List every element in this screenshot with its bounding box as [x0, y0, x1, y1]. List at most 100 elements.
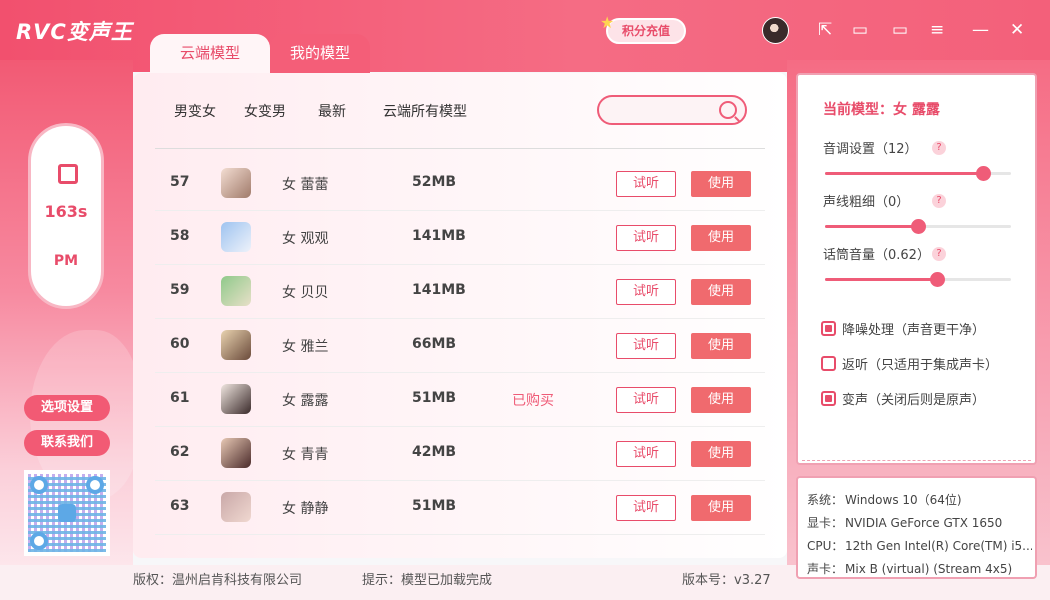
tab-my-models[interactable]: 我的模型	[270, 34, 370, 74]
use-button[interactable]: 使用	[691, 495, 751, 521]
minimize-icon[interactable]: —	[972, 20, 989, 40]
purchase-status: 已购买	[512, 393, 554, 409]
search-icon[interactable]	[719, 101, 737, 119]
qr-finder	[30, 532, 48, 550]
qr-finder	[86, 476, 104, 494]
use-button[interactable]: 使用	[691, 225, 751, 251]
mic-volume-label: 话筒音量（0.62）	[823, 248, 930, 263]
slider-fill	[825, 172, 984, 175]
info-key: 显卡：	[807, 516, 844, 530]
system-os: 系统： Windows 10（64位)	[807, 491, 1032, 508]
record-period: PM	[53, 253, 79, 269]
model-name: 女 静静	[282, 501, 329, 517]
slider-fill	[825, 278, 937, 281]
category-male-to-female[interactable]: 男变女	[174, 101, 216, 121]
footer-copyright: 版权：温州启肯科技有限公司	[133, 573, 303, 588]
qr-logo	[58, 504, 76, 522]
search-input[interactable]	[597, 95, 747, 125]
screen-icon[interactable]: ▭	[852, 20, 868, 40]
try-button[interactable]: 试听	[616, 387, 676, 413]
use-button[interactable]: 使用	[691, 387, 751, 413]
stop-icon[interactable]	[58, 164, 78, 184]
settings-panel: 当前模型：女 露露 音调设置（12） ? 声线粗细（0） ? 话筒音量（0.62…	[796, 73, 1037, 465]
use-button[interactable]: 使用	[691, 279, 751, 305]
try-button[interactable]: 试听	[616, 495, 676, 521]
slider-knob[interactable]	[929, 272, 945, 287]
try-button[interactable]: 试听	[616, 333, 676, 359]
table-row: 57 女 蕾蕾 52MB 试听 使用	[155, 157, 765, 211]
info-value: Windows 10（64位)	[845, 493, 962, 507]
system-gpu: 显卡： NVIDIA GeForce GTX 1650	[807, 514, 1032, 531]
pitch-slider[interactable]	[825, 166, 1011, 181]
monitor-checkbox[interactable]	[821, 356, 836, 371]
menu-icon[interactable]: ≡	[930, 20, 944, 40]
model-size: 42MB	[412, 444, 457, 460]
model-number: 62	[170, 444, 190, 460]
record-time: 163s	[44, 202, 88, 221]
model-avatar	[221, 330, 251, 360]
qr-code	[24, 470, 110, 556]
info-key: CPU：	[807, 539, 844, 553]
recording-card: 163s PM	[28, 123, 104, 309]
voice-change-label: 变声（关闭后则是原声）	[842, 393, 986, 408]
settings-button[interactable]: 选项设置	[24, 395, 110, 421]
mic-volume-slider[interactable]	[825, 272, 1011, 287]
table-row: 59 女 贝贝 141MB 试听 使用	[155, 265, 765, 319]
star-icon: ★	[600, 13, 615, 32]
model-name: 女 观观	[282, 231, 329, 247]
recharge-button[interactable]: ★ 积分充值	[600, 13, 686, 44]
edit-icon[interactable]: ⇱	[818, 20, 832, 40]
model-number: 57	[170, 174, 190, 190]
model-size: 51MB	[412, 390, 457, 406]
model-number: 61	[170, 390, 190, 406]
try-button[interactable]: 试听	[616, 279, 676, 305]
model-name: 女 青青	[282, 447, 329, 463]
use-button[interactable]: 使用	[691, 171, 751, 197]
model-number: 60	[170, 336, 190, 352]
contact-button[interactable]: 联系我们	[24, 430, 110, 456]
model-name: 女 露露	[282, 393, 329, 409]
help-icon[interactable]: ?	[932, 194, 946, 208]
table-row: 60 女 雅兰 66MB 试听 使用	[155, 319, 765, 373]
tab-cloud-models[interactable]: 云端模型	[150, 34, 270, 74]
model-avatar	[221, 276, 251, 306]
try-button[interactable]: 试听	[616, 225, 676, 251]
system-cpu: CPU： 12th Gen Intel(R) Core(TM) i5...	[807, 537, 1032, 554]
user-avatar[interactable]	[762, 17, 789, 44]
info-key: 声卡：	[807, 562, 844, 576]
denoise-label: 降噪处理（声音更干净）	[842, 323, 986, 338]
model-avatar	[221, 384, 251, 414]
use-button[interactable]: 使用	[691, 333, 751, 359]
help-icon[interactable]: ?	[932, 141, 946, 155]
close-icon[interactable]: ✕	[1010, 20, 1024, 40]
slider-knob[interactable]	[911, 219, 926, 234]
model-size: 141MB	[412, 282, 466, 298]
footer-version: 版本号：v3.27	[682, 573, 771, 588]
try-button[interactable]: 试听	[616, 441, 676, 467]
model-number: 59	[170, 282, 190, 298]
info-value: NVIDIA GeForce GTX 1650	[845, 516, 1003, 530]
info-value: 12th Gen Intel(R) Core(TM) i5...	[845, 539, 1032, 553]
model-number: 63	[170, 498, 190, 514]
category-all-cloud[interactable]: 云端所有模型	[383, 101, 467, 121]
current-model: 当前模型：女 露露	[823, 102, 940, 118]
try-button[interactable]: 试听	[616, 171, 676, 197]
model-number: 58	[170, 228, 190, 244]
table-row: 63 女 静静 51MB 试听 使用	[155, 481, 765, 535]
chat-icon[interactable]: ▭	[892, 20, 908, 40]
table-row: 62 女 青青 42MB 试听 使用	[155, 427, 765, 481]
model-avatar	[221, 438, 251, 468]
help-icon[interactable]: ?	[932, 247, 946, 261]
dashed-divider	[802, 460, 1031, 461]
category-latest[interactable]: 最新	[318, 101, 346, 121]
model-avatar	[221, 492, 251, 522]
timbre-slider[interactable]	[825, 219, 1011, 234]
timbre-label: 声线粗细（0）	[823, 195, 910, 210]
voice-change-checkbox[interactable]	[821, 391, 836, 406]
table-row: 58 女 观观 141MB 试听 使用	[155, 211, 765, 265]
model-name: 女 雅兰	[282, 339, 329, 355]
slider-knob[interactable]	[976, 166, 992, 181]
denoise-checkbox[interactable]	[821, 321, 836, 336]
use-button[interactable]: 使用	[691, 441, 751, 467]
category-female-to-male[interactable]: 女变男	[244, 101, 286, 121]
